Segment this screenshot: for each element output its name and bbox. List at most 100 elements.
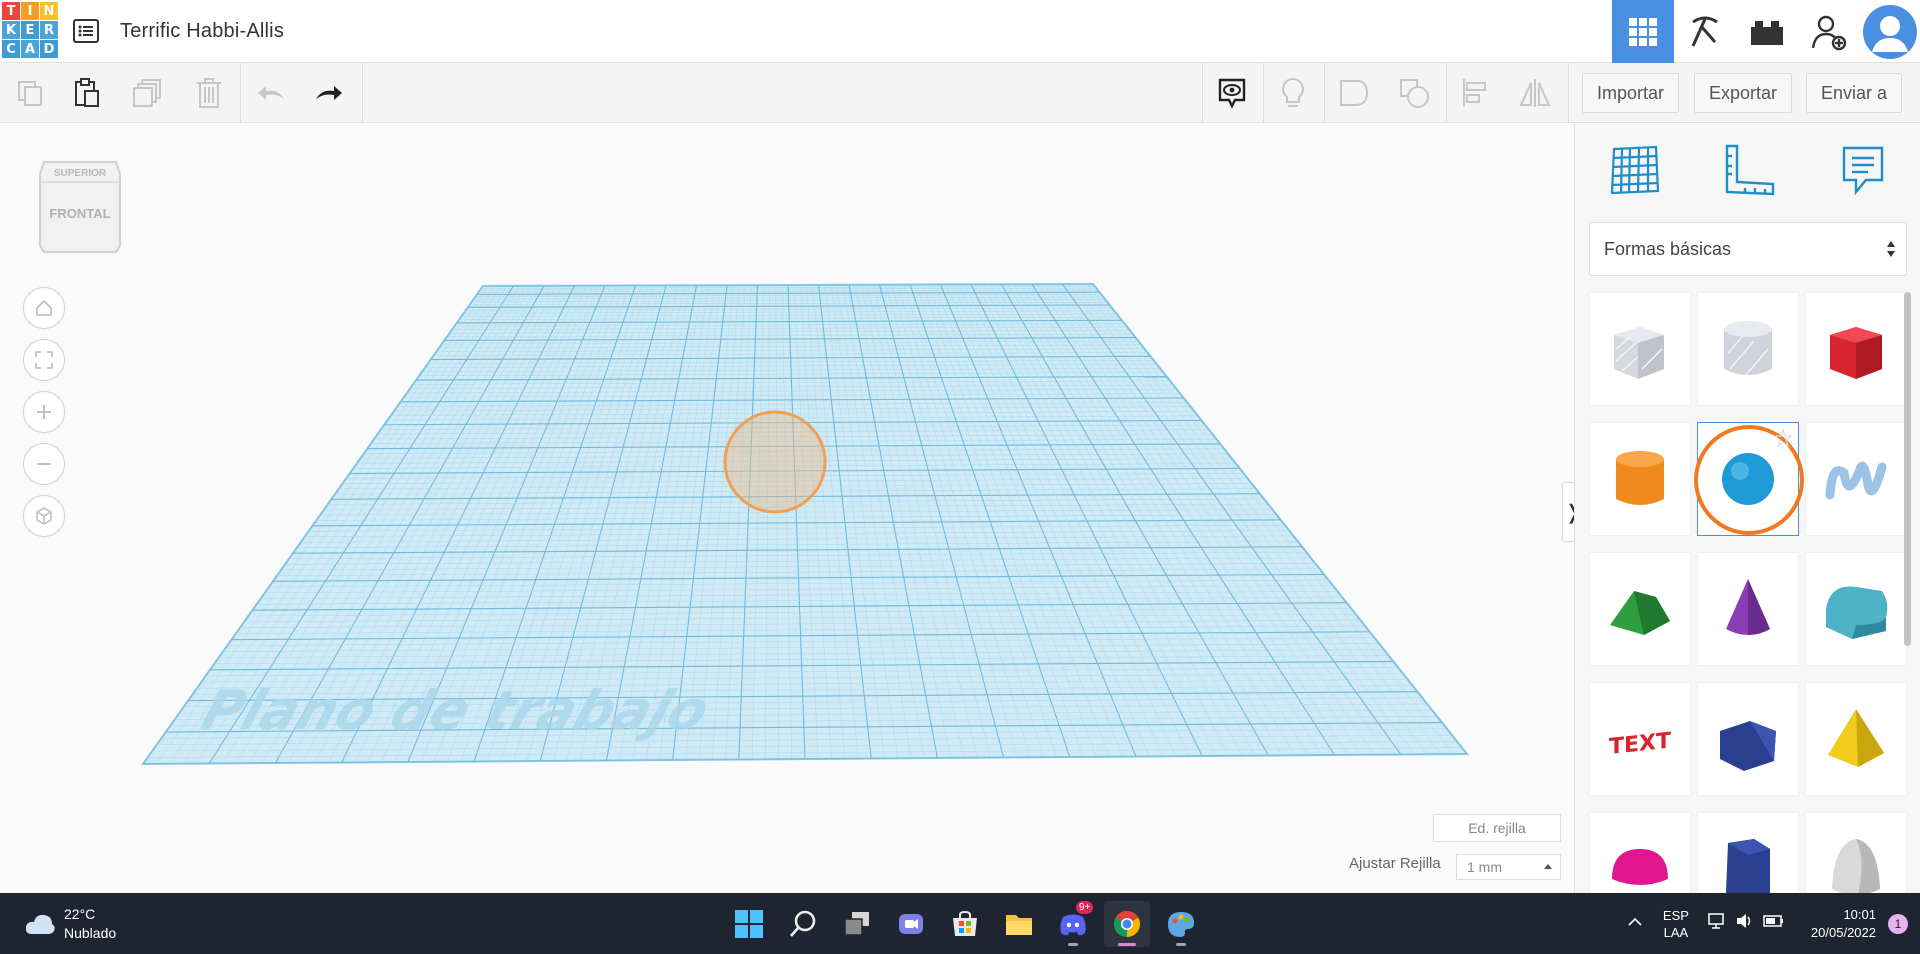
shape-sphere[interactable]	[1694, 422, 1804, 536]
lightbulb-icon[interactable]	[1274, 74, 1312, 112]
task-view-icon[interactable]	[834, 901, 880, 947]
redo-icon[interactable]	[310, 74, 348, 112]
view-cube-top-label: SUPERIOR	[54, 168, 107, 179]
3d-design-view-icon[interactable]	[1612, 0, 1674, 63]
logo-letter: N	[40, 2, 58, 20]
search-icon[interactable]	[780, 901, 826, 947]
notes-icon[interactable]	[1833, 140, 1893, 200]
logo-letter: T	[2, 2, 20, 20]
shape-cylinder[interactable]	[1589, 422, 1691, 536]
logo-letter: A	[21, 40, 39, 58]
workplane-label: Plano de trabajo	[194, 680, 717, 742]
windows-taskbar: 22°C Nublado 9+ ESP LAA 10:01 20/05/2022…	[0, 893, 1920, 954]
codeblocks-pickaxe-icon[interactable]	[1674, 0, 1736, 63]
zoom-out-icon[interactable]	[23, 443, 65, 485]
view-cube[interactable]: SUPERIOR FRONTAL	[36, 156, 124, 256]
text-icon: TEXT	[1609, 729, 1671, 760]
shape-scribble[interactable]	[1805, 422, 1907, 536]
import-button[interactable]: Importar	[1582, 73, 1680, 113]
zoom-in-icon[interactable]	[23, 391, 65, 433]
chrome-icon[interactable]	[1104, 901, 1150, 947]
design-title[interactable]: Terrific Habbi-Allis	[120, 20, 284, 43]
volume-icon[interactable]	[1735, 912, 1755, 935]
fit-view-icon[interactable]	[23, 339, 65, 381]
undo-icon[interactable]	[252, 74, 290, 112]
shape-cylinder-hole[interactable]	[1697, 292, 1799, 406]
toolbar-divider	[1446, 63, 1447, 123]
discord-icon[interactable]: 9+	[1050, 901, 1096, 947]
shapes-panel: Formas básicas TEXT	[1574, 124, 1920, 893]
toolbar-divider	[362, 63, 363, 123]
show-hide-eye-icon[interactable]	[1213, 74, 1251, 112]
teams-chat-icon[interactable]	[888, 901, 934, 947]
trash-icon[interactable]	[190, 74, 228, 112]
send-to-button[interactable]: Enviar a	[1806, 73, 1903, 113]
shape-round-roof[interactable]	[1805, 552, 1907, 666]
clock-date: 20/05/2022	[1810, 924, 1876, 940]
shape-box-hole[interactable]	[1589, 292, 1691, 406]
notification-badge[interactable]: 1	[1888, 913, 1908, 934]
polygon-icon	[1726, 839, 1770, 893]
toolbar-divider	[240, 63, 241, 123]
shape-wedge[interactable]	[1697, 682, 1799, 796]
user-avatar[interactable]	[1860, 0, 1920, 63]
workplane[interactable]: Plano de trabajo	[0, 124, 1574, 893]
chevron-up-icon[interactable]	[1627, 915, 1643, 933]
duplicate-icon[interactable]	[129, 74, 167, 112]
shape-category-select[interactable]: Formas básicas	[1589, 222, 1907, 276]
shape-box[interactable]	[1805, 292, 1907, 406]
battery-icon[interactable]	[1763, 914, 1785, 933]
favorite-star-icon[interactable]	[1774, 429, 1792, 447]
ungroup-icon[interactable]	[1396, 74, 1434, 112]
cone-icon	[1726, 579, 1770, 635]
view-switcher	[1612, 0, 1920, 63]
logo-letter: E	[21, 21, 39, 39]
perspective-cube-icon[interactable]	[23, 495, 65, 537]
export-button[interactable]: Exportar	[1694, 73, 1793, 113]
ruler-icon[interactable]	[1719, 140, 1779, 200]
snap-grid-label: Ajustar Rejilla	[1349, 855, 1441, 872]
copy-icon[interactable]	[11, 74, 49, 112]
workplane-grid-icon[interactable]	[1605, 140, 1665, 200]
shape-half-sphere[interactable]	[1589, 812, 1691, 893]
sphere-drag-preview[interactable]	[723, 410, 827, 514]
toolbar-divider	[1324, 63, 1325, 123]
paste-icon[interactable]	[68, 74, 106, 112]
file-explorer-icon[interactable]	[996, 901, 1042, 947]
3d-workspace[interactable]: Plano de trabajo SUPERIOR FRONTAL ❭ Ed. …	[0, 124, 1584, 893]
group-icon[interactable]	[1335, 74, 1373, 112]
toolbar-divider	[1263, 63, 1264, 123]
shape-panel-scrollbar[interactable]	[1904, 292, 1911, 646]
text-shape-label: TEXT	[1609, 729, 1671, 760]
home-view-icon[interactable]	[23, 287, 65, 329]
network-icon[interactable]	[1707, 912, 1727, 935]
shape-text[interactable]: TEXT	[1589, 682, 1691, 796]
snap-grid-select[interactable]: 1 mm	[1456, 854, 1561, 880]
keyboard-layout: LAA	[1663, 924, 1689, 940]
design-list-icon[interactable]	[72, 17, 100, 45]
microsoft-store-icon[interactable]	[942, 901, 988, 947]
panel-tabs	[1575, 124, 1920, 218]
select-arrows-icon	[1887, 241, 1895, 257]
paint-icon[interactable]	[1158, 901, 1204, 947]
shape-pyramid[interactable]	[1805, 682, 1907, 796]
edit-grid-button[interactable]: Ed. rejilla	[1433, 814, 1561, 842]
windows-start-icon[interactable]	[726, 901, 772, 947]
shape-paraboloid[interactable]	[1805, 812, 1907, 893]
tinkercad-logo[interactable]: TIN KER CAD	[2, 2, 58, 60]
toolbar-divider	[1202, 63, 1203, 123]
shape-roof[interactable]	[1589, 552, 1691, 666]
add-user-icon[interactable]	[1798, 0, 1860, 63]
shape-polygon[interactable]	[1697, 812, 1799, 893]
clock[interactable]: 10:01 20/05/2022	[1811, 906, 1876, 942]
language-indicator[interactable]: ESP LAA	[1663, 907, 1689, 941]
logo-letter: I	[21, 2, 39, 20]
cylinder-hole-icon	[1724, 321, 1772, 376]
bricks-icon[interactable]	[1736, 0, 1798, 63]
weather-widget[interactable]: 22°C Nublado	[24, 905, 116, 943]
shape-cone[interactable]	[1697, 552, 1799, 666]
mirror-icon[interactable]	[1516, 74, 1554, 112]
align-icon[interactable]	[1457, 74, 1495, 112]
logo-letter: K	[2, 21, 20, 39]
weather-condition: Nublado	[64, 925, 117, 941]
